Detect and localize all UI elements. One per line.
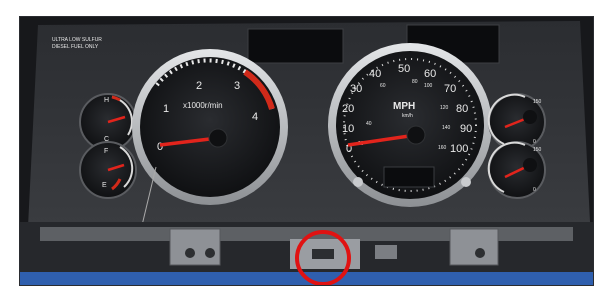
instrument-cluster-photo: ULTRA LOW SULFUR DIESEL FUEL ONLY H C E … [20,17,593,285]
mph-60: 60 [424,68,436,80]
upper-gauge-top: 150 [533,99,542,105]
fuel-gauge: E F [79,141,137,199]
tach-tick-2: 2 [196,80,202,92]
warning-line-1: ULTRA LOW SULFUR [52,37,102,43]
tach-tick-0: 0 [157,141,163,153]
photo-frame: ULTRA LOW SULFUR DIESEL FUEL ONLY H C E … [19,16,594,286]
mph-100: 100 [450,143,468,155]
speed-unit: MPH [393,101,415,112]
fuel-warning-label: ULTRA LOW SULFUR DIESEL FUEL ONLY [52,37,102,50]
connector-slot [312,249,334,259]
fuel-full-label: F [104,148,108,155]
kmh-140: 140 [442,125,451,131]
mph-40: 40 [369,68,381,80]
kmh-40: 40 [366,121,372,127]
lower-gauge-top: 150 [533,147,542,153]
lower-gauge-bottom: 0 [533,187,536,193]
mph-30: 30 [350,83,362,95]
mph-50: 50 [398,63,410,75]
warning-line-2: DIESEL FUEL ONLY [52,44,99,50]
kmh-80: 80 [412,79,418,85]
kmh-120: 120 [440,105,449,111]
tach-tick-4: 4 [252,111,258,123]
mph-20: 20 [342,103,354,115]
speedometer: 0 10 20 30 40 50 60 70 80 90 100 20 40 6… [328,43,492,207]
kmh-100: 100 [424,83,433,89]
kmh-160: 160 [438,145,447,151]
speed-sub-unit: km/h [402,113,413,119]
mph-70: 70 [444,83,456,95]
tach-tick-3: 3 [234,80,240,92]
mph-80: 80 [456,103,468,115]
tach-unit: x1000r/min [183,101,223,110]
odometer-display [383,166,435,188]
tach-tick-1: 1 [163,103,169,115]
fuel-empty-label: E [102,182,107,189]
mounting-bracket-right [449,228,499,266]
right-lower-gauge: 150 0 [487,141,546,199]
upper-gauge-bottom: 0 [533,139,536,145]
mounting-bracket-left [169,228,221,266]
mph-90: 90 [460,123,472,135]
temp-high-label: H [104,97,109,104]
mph-10: 10 [342,123,354,135]
kmh-60: 60 [380,83,386,89]
